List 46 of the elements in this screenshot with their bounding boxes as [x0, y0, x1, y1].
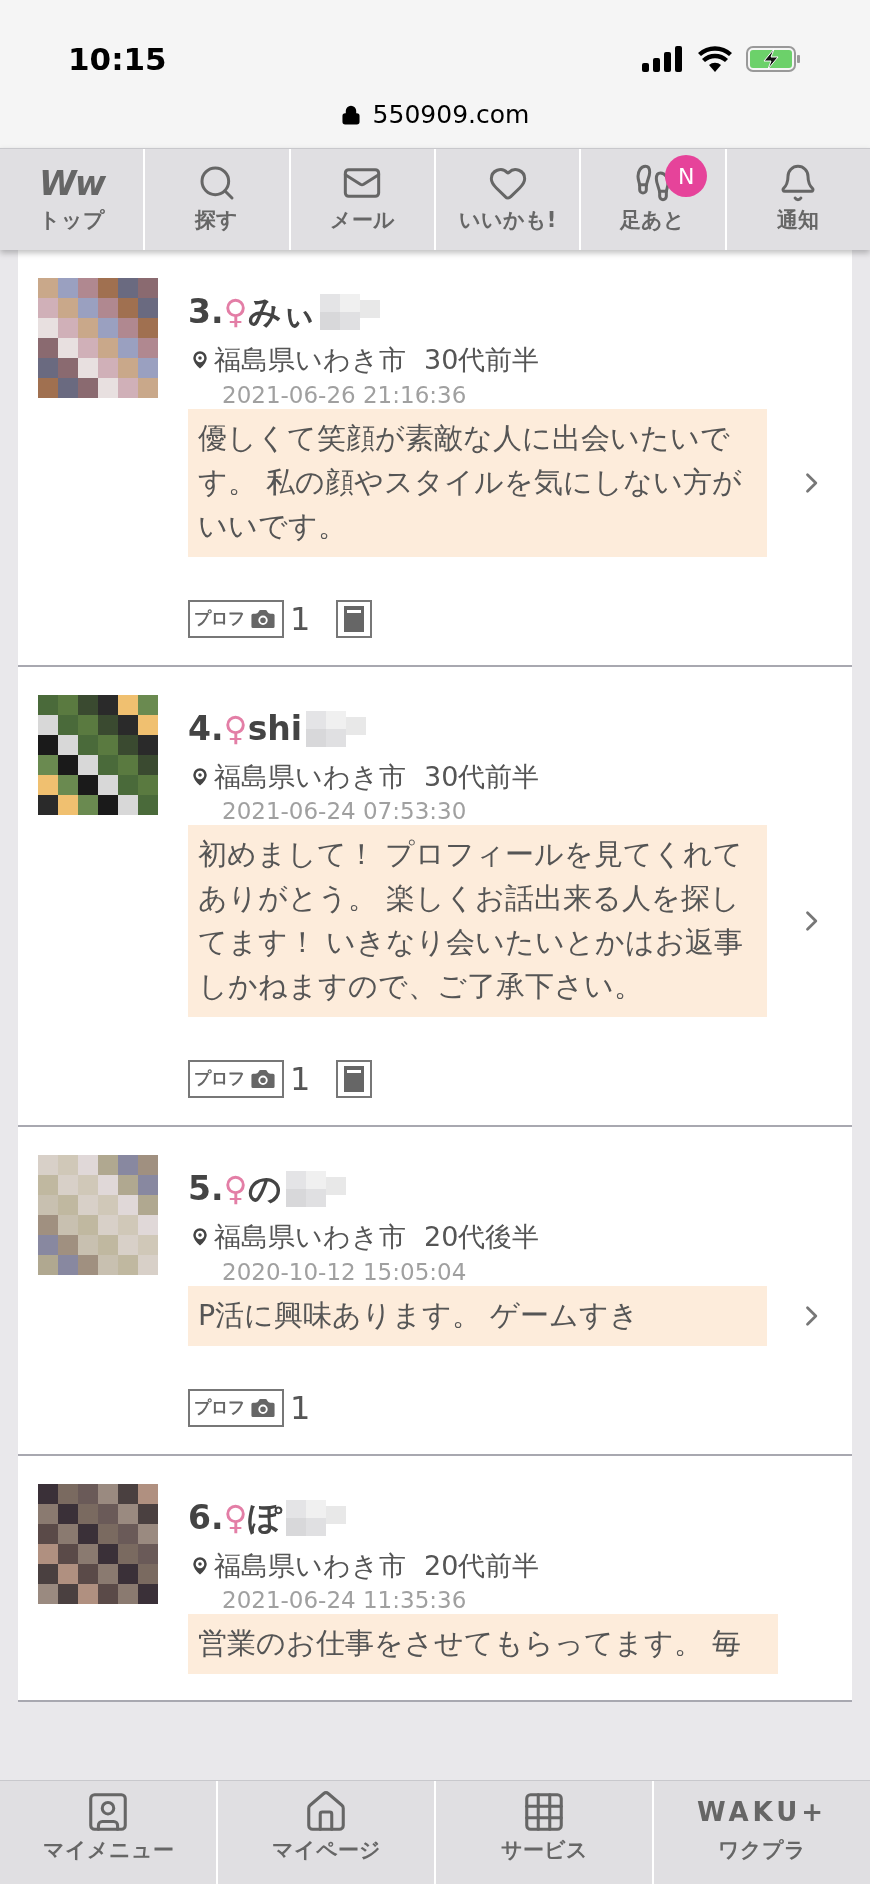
profile-photo-tag[interactable]: プロフ: [188, 599, 284, 638]
location: 福島県いわき市: [214, 759, 406, 794]
logo: Ww: [38, 162, 105, 203]
logo: WAKU+: [696, 1796, 828, 1829]
battery-charging-icon: [746, 46, 802, 72]
date: 2021-06-24 11:35:36: [222, 1586, 468, 1614]
photo-count: 1: [290, 598, 311, 640]
user-name[interactable]: 4.♀shi: [188, 703, 303, 754]
memo-icon[interactable]: [336, 599, 373, 638]
bottom-nav-tab[interactable]: マイメニュー: [0, 1781, 218, 1884]
photo-count: 1: [290, 1387, 311, 1429]
wifi-icon: [698, 46, 732, 72]
user-name[interactable]: 6.♀ぽ: [188, 1492, 282, 1543]
photo-count: 1: [290, 1059, 311, 1100]
date: 2021-06-24 07:53:30: [222, 797, 468, 825]
memo-icon[interactable]: [336, 1060, 373, 1098]
message-box: 初めまして！ プロフィールを見てくれてありがとう。 楽しくお話出来る人を探してます！ いきなり会いたいとかはお返事しかねますので、ご了承下さい。: [188, 825, 767, 1017]
date: 2020-10-12 15:05:04: [222, 1257, 468, 1286]
lock-icon: [340, 103, 361, 126]
blurred-block: [306, 710, 367, 747]
location: 福島県いわき市: [214, 1548, 406, 1583]
nav-tab[interactable]: 通知: [726, 149, 870, 250]
blurred-block: [285, 1171, 346, 1207]
url-text[interactable]: 550909.com: [372, 96, 530, 134]
age-group: 30代前半: [424, 340, 540, 381]
user-name[interactable]: 5.♀の: [188, 1164, 282, 1214]
notification-badge: N: [665, 155, 708, 197]
date: 2021-06-26 21:16:36: [222, 380, 468, 409]
age-group: 20代前半: [424, 1545, 540, 1586]
profile-photo-tag[interactable]: プロフ: [188, 1388, 284, 1427]
message-box: 営業のお仕事をさせてもらってます。 毎: [188, 1614, 778, 1674]
status-time: 10:15: [68, 39, 167, 79]
profile-photo-tag[interactable]: プロフ: [188, 1060, 284, 1098]
age-group: 20代後半: [424, 1217, 540, 1258]
bottom-nav-tab[interactable]: サービス: [436, 1781, 654, 1884]
message-box: P活に興味あります。 ゲームすき: [188, 1285, 767, 1346]
location: 福島県いわき市: [214, 343, 406, 377]
location: 福島県いわき市: [214, 1220, 406, 1254]
bottom-nav-tab[interactable]: マイページ: [218, 1781, 436, 1884]
signal-icon: [642, 46, 684, 72]
age-group: 30代前半: [424, 756, 540, 797]
blurred-block: [285, 1499, 346, 1536]
user-name[interactable]: 3.♀みぃ: [188, 287, 316, 337]
blurred-block: [319, 294, 380, 330]
message-box: 優しくて笑顔が素敵な人に出会いたいです。 私の顔やスタイルを気にしない方がいいです。: [188, 408, 767, 557]
bottom-nav-tab[interactable]: WAKU+ ワクプラ: [654, 1781, 870, 1884]
